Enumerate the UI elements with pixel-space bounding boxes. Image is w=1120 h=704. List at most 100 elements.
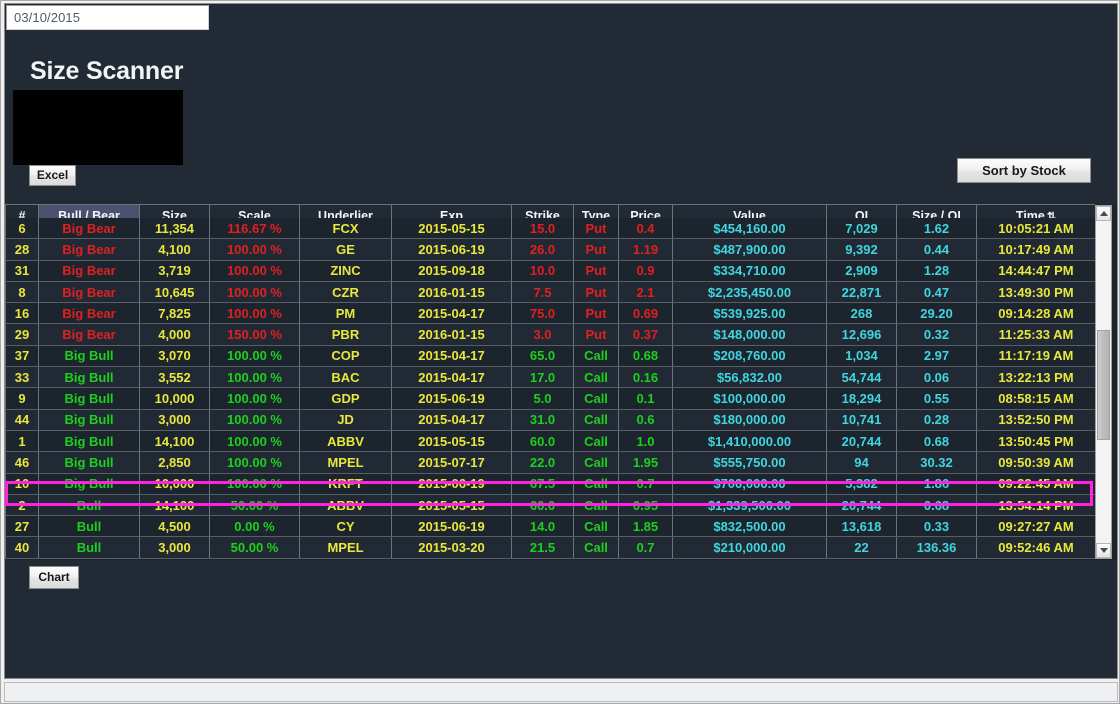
table-row[interactable]: 29Big Bear4,000150.00 %PBR2016-01-153.0P… <box>6 324 1096 345</box>
cell-size: 4,100 <box>140 239 210 260</box>
cell-size: 4,000 <box>140 324 210 345</box>
table-row[interactable]: 9Big Bull10,000100.00 %GDP2015-06-195.0C… <box>6 388 1096 409</box>
excel-export-button[interactable]: Excel <box>29 165 76 186</box>
cell-value: $208,760.00 <box>673 345 827 366</box>
cell-scale: 100.00 % <box>210 303 300 324</box>
cell-price: 0.9 <box>619 260 673 281</box>
cell-bull-bear: Big Bull <box>39 452 140 473</box>
client-area: Size Scanner Excel Sort by Stock Chart <box>4 3 1118 679</box>
scanner-table: # Bull / Bear Size Scale Underlier Exp S… <box>5 204 1095 560</box>
cell-bull-bear: Big Bear <box>39 303 140 324</box>
cell-scale: 100.00 % <box>210 345 300 366</box>
table-row[interactable]: 44Big Bull3,000100.00 %JD2015-04-1731.0C… <box>6 409 1096 430</box>
table-row[interactable]: 6Big Bear11,354116.67 %FCX2015-05-1515.0… <box>6 218 1096 239</box>
table-row[interactable]: 31Big Bear3,719100.00 %ZINC2015-09-1810.… <box>6 260 1096 281</box>
cell-exp: 2015-04-17 <box>392 303 512 324</box>
cell-price: 0.68 <box>619 345 673 366</box>
cell-size: 3,552 <box>140 367 210 388</box>
cell-underlier: COP <box>300 345 392 366</box>
cell-value: $454,160.00 <box>673 218 827 239</box>
cell-underlier: CZR <box>300 281 392 302</box>
chart-button[interactable]: Chart <box>29 566 79 589</box>
cell-scale: 100.00 % <box>210 473 300 494</box>
cell-time: 09:22:45 AM <box>977 473 1096 494</box>
scroll-down-arrow-icon[interactable] <box>1096 543 1111 558</box>
cell-num: 46 <box>6 452 39 473</box>
table-row[interactable]: 37Big Bull3,070100.00 %COP2015-04-1765.0… <box>6 345 1096 366</box>
table-row[interactable]: 27Bull4,5000.00 %CY2015-06-1914.0Call1.8… <box>6 516 1096 537</box>
cell-bull-bear: Big Bull <box>39 473 140 494</box>
cell-bull-bear: Big Bear <box>39 324 140 345</box>
cell-bull-bear: Big Bear <box>39 260 140 281</box>
date-input[interactable] <box>6 5 209 30</box>
table-row[interactable]: 28Big Bear4,100100.00 %GE2015-06-1926.0P… <box>6 239 1096 260</box>
cell-oi: 268 <box>827 303 897 324</box>
cell-size-oi: 0.68 <box>897 494 977 515</box>
cell-underlier: MPEL <box>300 537 392 558</box>
cell-num: 33 <box>6 367 39 388</box>
cell-value: $334,710.00 <box>673 260 827 281</box>
cell-oi: 9,392 <box>827 239 897 260</box>
scanner-grid: # Bull / Bear Size Scale Underlier Exp S… <box>5 204 1118 560</box>
scroll-up-arrow-icon[interactable] <box>1096 206 1111 221</box>
cell-size-oi: 0.55 <box>897 388 977 409</box>
cell-scale: 150.00 % <box>210 324 300 345</box>
cell-strike: 60.0 <box>512 494 574 515</box>
table-row[interactable]: 10Big Bull10,000100.00 %KRFT2015-06-1967… <box>6 473 1096 494</box>
cell-price: 0.7 <box>619 473 673 494</box>
cell-scale: 100.00 % <box>210 452 300 473</box>
cell-strike: 26.0 <box>512 239 574 260</box>
cell-exp: 2015-07-17 <box>392 452 512 473</box>
cell-bull-bear: Big Bear <box>39 281 140 302</box>
cell-value: $210,000.00 <box>673 537 827 558</box>
table-row[interactable]: 2Bull14,10050.00 %ABBV2015-05-1560.0Call… <box>6 494 1096 515</box>
cell-time: 11:25:33 AM <box>977 324 1096 345</box>
cell-size: 3,000 <box>140 537 210 558</box>
cell-exp: 2015-04-17 <box>392 367 512 388</box>
cell-type: Call <box>574 494 619 515</box>
cell-time: 13:49:30 PM <box>977 281 1096 302</box>
cell-price: 1.85 <box>619 516 673 537</box>
cell-num: 40 <box>6 537 39 558</box>
cell-size-oi: 0.32 <box>897 324 977 345</box>
cell-type: Call <box>574 367 619 388</box>
cell-exp: 2015-05-15 <box>392 218 512 239</box>
cell-type: Call <box>574 452 619 473</box>
grid-vertical-scrollbar[interactable] <box>1095 205 1112 559</box>
cell-bull-bear: Bull <box>39 516 140 537</box>
cell-oi: 5,382 <box>827 473 897 494</box>
table-row[interactable]: 46Big Bull2,850100.00 %MPEL2015-07-1722.… <box>6 452 1096 473</box>
cell-time: 14:44:47 PM <box>977 260 1096 281</box>
table-row[interactable]: 33Big Bull3,552100.00 %BAC2015-04-1717.0… <box>6 367 1096 388</box>
cell-time: 09:27:27 AM <box>977 516 1096 537</box>
cell-time: 09:14:28 AM <box>977 303 1096 324</box>
table-row[interactable]: 16Big Bear7,825100.00 %PM2015-04-1775.0P… <box>6 303 1096 324</box>
cell-time: 13:52:50 PM <box>977 409 1096 430</box>
table-row[interactable]: 40Bull3,00050.00 %MPEL2015-03-2021.5Call… <box>6 537 1096 558</box>
cell-size-oi: 136.36 <box>897 537 977 558</box>
cell-type: Call <box>574 409 619 430</box>
cell-exp: 2015-06-19 <box>392 473 512 494</box>
cell-oi: 94 <box>827 452 897 473</box>
cell-value: $555,750.00 <box>673 452 827 473</box>
table-row[interactable]: 1Big Bull14,100100.00 %ABBV2015-05-1560.… <box>6 430 1096 451</box>
cell-price: 0.7 <box>619 537 673 558</box>
cell-size-oi: 29.20 <box>897 303 977 324</box>
cell-time: 09:52:46 AM <box>977 537 1096 558</box>
cell-underlier: PBR <box>300 324 392 345</box>
cell-price: 1.19 <box>619 239 673 260</box>
scrollbar-thumb[interactable] <box>1097 330 1110 440</box>
cell-oi: 18,294 <box>827 388 897 409</box>
chart-preview-panel <box>13 90 183 165</box>
cell-strike: 67.5 <box>512 473 574 494</box>
cell-time: 10:05:21 AM <box>977 218 1096 239</box>
cell-size: 3,000 <box>140 409 210 430</box>
cell-value: $180,000.00 <box>673 409 827 430</box>
cell-time: 09:50:39 AM <box>977 452 1096 473</box>
cell-exp: 2015-05-15 <box>392 430 512 451</box>
sort-by-stock-button[interactable]: Sort by Stock <box>957 158 1091 183</box>
cell-underlier: MPEL <box>300 452 392 473</box>
table-row[interactable]: 8Big Bear10,645100.00 %CZR2016-01-157.5P… <box>6 281 1096 302</box>
cell-size: 7,825 <box>140 303 210 324</box>
cell-bull-bear: Bull <box>39 537 140 558</box>
